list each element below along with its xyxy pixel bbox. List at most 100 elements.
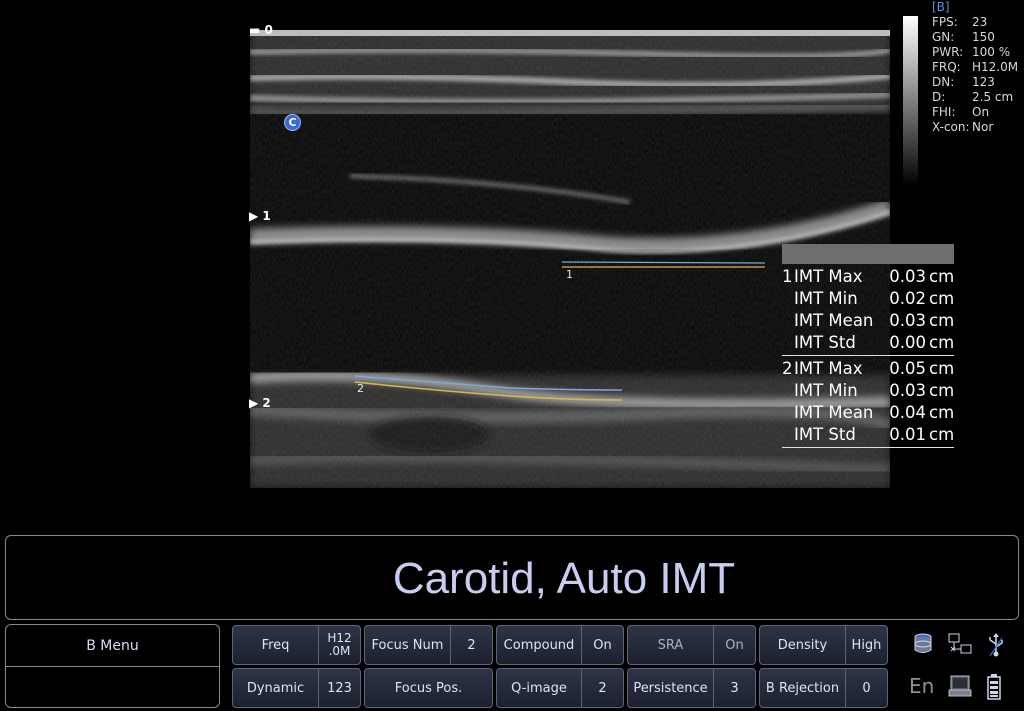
param-key: GN: (932, 30, 955, 44)
imt-value: 0.05 (889, 359, 926, 378)
imt-unit: cm (929, 403, 955, 422)
param-value: H12.0M (972, 60, 1019, 74)
q-image-value: 2 (581, 669, 623, 707)
depth-mark-1: ▶ 1 (249, 209, 271, 223)
battery-icon (987, 674, 1001, 704)
freq-value: H12 .0M (318, 626, 360, 664)
param-row: GN: 150 (932, 30, 1018, 45)
imt-value: 0.00 (889, 333, 926, 352)
imt-row: IMT Min 0.03 cm (782, 380, 954, 402)
mode-indicator: [B] (932, 0, 950, 14)
imt-unit: cm (929, 333, 955, 352)
imt-label: IMT Min (794, 289, 858, 308)
param-key: X-con: (932, 120, 970, 134)
sra-label: SRA (657, 637, 684, 653)
persistence-label: Persistence (633, 680, 708, 696)
imt-unit: cm (929, 311, 955, 330)
imt-results-panel[interactable]: 1 IMT Max 0.03 cm IMT Min 0.02 cm IMT Mean 0.0… (782, 244, 954, 448)
compound-button[interactable]: Compound On (496, 625, 624, 665)
language-indicator[interactable]: En (909, 674, 934, 698)
imt-row: 2 IMT Max 0.05 cm (782, 358, 954, 380)
compound-label: Compound (503, 637, 575, 653)
imt-row: IMT Std 0.01 cm (782, 424, 954, 446)
imt-row: 1 IMT Max 0.03 cm (782, 266, 954, 288)
imt-unit: cm (929, 289, 955, 308)
depth-mark-0: ▬ 0 (249, 23, 273, 37)
param-row: D: 2.5 cm (932, 90, 1018, 105)
sra-value: On (713, 626, 755, 664)
param-key: PWR: (932, 45, 964, 59)
imt-label: IMT Std (794, 425, 856, 444)
freq-label: Freq (261, 637, 290, 653)
imt-index: 1 (782, 267, 793, 286)
q-image-label: Q-image (511, 680, 567, 696)
sra-button[interactable]: SRA On (627, 625, 756, 665)
exam-label-text: Carotid, Auto IMT (392, 554, 736, 603)
imt-label: IMT Std (794, 333, 856, 352)
param-key: FPS: (932, 15, 958, 29)
imt-unit: cm (929, 267, 955, 286)
param-value: Nor (972, 120, 994, 134)
param-row: FRQ: H12.0M (932, 60, 1018, 75)
depth-mark-label: 1 (262, 209, 271, 223)
imt-value: 0.03 (889, 267, 926, 286)
b-rejection-button[interactable]: B Rejection 0 (759, 668, 888, 708)
param-row: PWR: 100 % (932, 45, 1018, 60)
menu-title[interactable]: B Menu (6, 625, 219, 667)
imt-label: IMT Min (794, 381, 858, 400)
freq-value-line2: .0M (328, 644, 351, 658)
imt-unit: cm (929, 381, 955, 400)
menu-panel[interactable]: B Menu (5, 624, 220, 708)
printer-icon[interactable] (948, 674, 972, 702)
imt-trace-label-1: 1 (566, 268, 573, 281)
depth-mark-label: 2 (262, 396, 271, 410)
focus-triangle-icon: ▶ (249, 209, 259, 223)
imt-index: 2 (782, 359, 793, 378)
depth-mark-2: ▶ 2 (249, 396, 271, 410)
body-marker-icon[interactable]: C (284, 114, 301, 131)
param-key: DN: (932, 75, 955, 89)
q-image-button[interactable]: Q-image 2 (496, 668, 624, 708)
network-disconnected-icon[interactable] (948, 632, 972, 660)
database-icon[interactable] (912, 632, 934, 660)
imt-group-2: 2 IMT Max 0.05 cm IMT Min 0.03 cm IMT Mean 0.0… (782, 356, 954, 448)
density-value: High (845, 626, 887, 664)
depth-tick-icon: ▬ (249, 23, 261, 37)
imt-row: IMT Min 0.02 cm (782, 288, 954, 310)
compound-value: On (581, 626, 623, 664)
imt-label: IMT Max (794, 359, 863, 378)
usb-icon[interactable] (986, 632, 1006, 662)
imt-unit: cm (929, 359, 955, 378)
body-marker-label: C (288, 116, 297, 129)
dynamic-button[interactable]: Dynamic 123 (232, 668, 361, 708)
imt-value: 0.03 (889, 311, 926, 330)
focus-triangle-icon: ▶ (249, 396, 259, 410)
focus-num-button[interactable]: Focus Num 2 (364, 625, 493, 665)
focus-pos-label: Focus Pos. (394, 680, 463, 696)
param-row: FPS: 23 (932, 15, 1018, 30)
imt-trace-label-2: 2 (357, 382, 364, 395)
param-value: 2.5 cm (972, 90, 1014, 104)
depth-mark-label: 0 (264, 23, 273, 37)
b-rejection-label: B Rejection (765, 680, 840, 696)
param-value: 123 (972, 75, 995, 89)
density-button[interactable]: Density High (759, 625, 888, 665)
persistence-button[interactable]: Persistence 3 (627, 668, 756, 708)
b-rejection-value: 0 (845, 669, 887, 707)
imt-value: 0.03 (889, 381, 926, 400)
focus-num-label: Focus Num (371, 637, 444, 653)
density-label: Density (777, 637, 828, 653)
param-key: FRQ: (932, 60, 961, 74)
param-value: 23 (972, 15, 988, 29)
freq-button[interactable]: Freq H12 .0M (232, 625, 361, 665)
param-value: On (972, 105, 990, 119)
imt-label: IMT Mean (794, 311, 874, 330)
exam-label-bar: Carotid, Auto IMT (5, 535, 1019, 620)
imt-row: IMT Mean 0.03 cm (782, 310, 954, 332)
param-key: D: (932, 90, 946, 104)
focus-pos-button[interactable]: Focus Pos. (364, 668, 493, 708)
param-value: 150 (972, 30, 995, 44)
persistence-value: 3 (713, 669, 755, 707)
param-key: FHI: (932, 105, 956, 119)
param-row: FHI: On (932, 105, 1018, 120)
